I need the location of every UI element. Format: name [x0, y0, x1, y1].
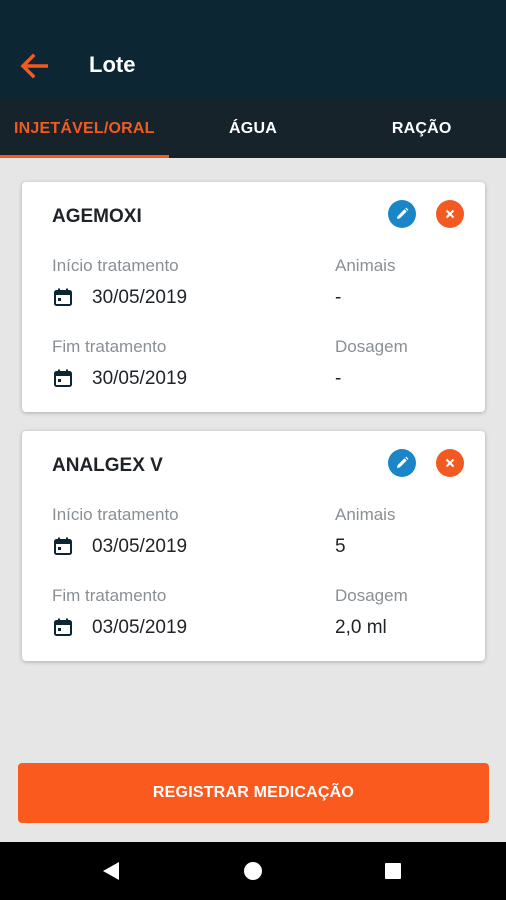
tab-injetavel-oral[interactable]: INJETÁVEL/ORAL — [0, 100, 169, 158]
edit-button[interactable] — [388, 449, 416, 477]
back-button[interactable] — [14, 46, 54, 86]
calendar-icon — [54, 369, 72, 387]
end-date-label: Fim tratamento — [52, 586, 167, 605]
nav-back-button[interactable] — [99, 859, 123, 883]
nav-back-icon — [103, 862, 119, 880]
close-icon — [445, 458, 455, 468]
calendar-icon — [54, 618, 72, 636]
edit-button[interactable] — [388, 200, 416, 228]
calendar-icon — [54, 288, 72, 306]
register-medication-button[interactable]: REGISTRAR MEDICAÇÃO — [18, 763, 489, 823]
app-bar: Lote — [0, 0, 506, 100]
animals-value: - — [335, 287, 342, 308]
pencil-icon — [397, 207, 409, 219]
start-date-label: Início tratamento — [52, 505, 179, 524]
dosage-label: Dosagem — [335, 586, 408, 605]
delete-button[interactable] — [436, 449, 464, 477]
nav-recents-button[interactable] — [381, 859, 405, 883]
nav-home-button[interactable] — [241, 859, 265, 883]
calendar-icon — [54, 537, 72, 555]
footer: REGISTRAR MEDICAÇÃO — [0, 740, 506, 842]
animals-label: Animais — [335, 505, 396, 524]
end-date-value: 03/05/2019 — [92, 617, 188, 638]
start-date-value: 03/05/2019 — [92, 536, 188, 557]
medication-card: ANALGEX V Início tratamento 03/05/2019 F… — [22, 431, 485, 661]
delete-button[interactable] — [436, 200, 464, 228]
dosage-label: Dosagem — [335, 337, 408, 356]
page-title: Lote — [89, 52, 136, 77]
medication-card: AGEMOXI Início tratamento 30/05/2019 Fim… — [22, 182, 485, 412]
start-date-value: 30/05/2019 — [92, 287, 188, 308]
nav-home-icon — [244, 862, 262, 880]
close-icon — [445, 209, 455, 219]
medication-list: AGEMOXI Início tratamento 30/05/2019 Fim… — [0, 158, 506, 758]
medication-name: AGEMOXI — [52, 206, 142, 227]
tab-racao[interactable]: RAÇÃO — [337, 100, 506, 158]
animals-value: 5 — [335, 536, 346, 557]
end-date-value: 30/05/2019 — [92, 368, 188, 389]
pencil-icon — [397, 456, 409, 468]
system-nav-bar — [0, 842, 506, 900]
arrow-left-icon — [20, 53, 48, 79]
medication-name: ANALGEX V — [52, 455, 163, 476]
tab-bar: INJETÁVEL/ORAL ÁGUA RAÇÃO — [0, 100, 506, 158]
animals-label: Animais — [335, 256, 396, 275]
dosage-value: - — [335, 368, 342, 389]
nav-recents-icon — [385, 863, 401, 879]
end-date-label: Fim tratamento — [52, 337, 167, 356]
dosage-value: 2,0 ml — [335, 617, 387, 638]
tab-agua[interactable]: ÁGUA — [169, 100, 338, 158]
start-date-label: Início tratamento — [52, 256, 179, 275]
